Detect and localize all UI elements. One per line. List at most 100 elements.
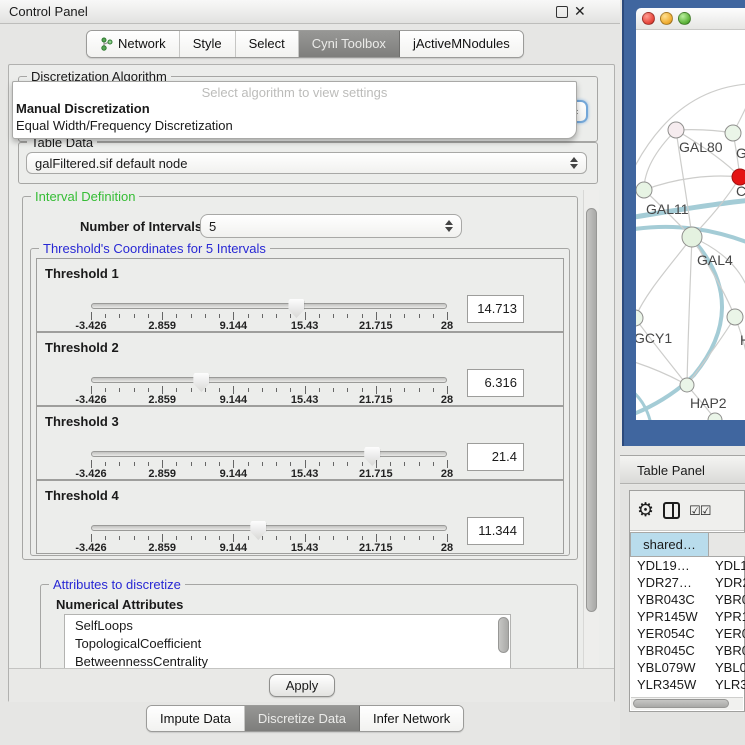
- tick-label: 21.715: [359, 542, 393, 554]
- tick-mark: [176, 314, 177, 318]
- threshold-4-value-field[interactable]: 11.344: [467, 517, 524, 545]
- tick-mark: [404, 314, 405, 318]
- tick-mark: [276, 536, 277, 540]
- tick-mark: [333, 314, 334, 318]
- threshold-2-value-field[interactable]: 6.316: [467, 369, 524, 397]
- table-horizontal-scrollbar[interactable]: [631, 697, 743, 710]
- table-row[interactable]: YPR145WYPR1: [630, 608, 745, 625]
- tick-label: 21.715: [359, 468, 393, 480]
- tick-mark: [119, 536, 120, 540]
- tick-mark: [419, 314, 420, 318]
- dropdown-item-manual-discretization[interactable]: Manual Discretization: [13, 100, 576, 117]
- zoom-traffic-light-icon[interactable]: [678, 12, 691, 25]
- tick-mark: [262, 388, 263, 392]
- tab-discretize-data[interactable]: Discretize Data: [245, 706, 360, 731]
- tab-cyni-toolbox[interactable]: Cyni Toolbox: [299, 31, 400, 57]
- float-window-icon[interactable]: [556, 6, 568, 18]
- node-partial-right[interactable]: [727, 309, 743, 325]
- tick-mark: [148, 536, 149, 540]
- settings-vertical-scrollbar[interactable]: [583, 190, 599, 701]
- threshold-3-slider-track[interactable]: [91, 451, 447, 457]
- select-columns-icon[interactable]: ☑☑: [689, 503, 710, 519]
- tick-mark: [191, 314, 192, 318]
- network-canvas[interactable]: GAL80 GA C GAL11 GAL4 GCY1 H HAP2: [636, 30, 745, 420]
- column-header-shared-name[interactable]: shared…: [630, 532, 709, 557]
- list-scrollbar-thumb[interactable]: [498, 617, 509, 653]
- close-icon[interactable]: ✕: [574, 3, 586, 20]
- tick-mark: [219, 536, 220, 540]
- tick-mark: [319, 536, 320, 540]
- node-label-gal4: GAL4: [697, 252, 733, 268]
- tab-jactivemnodules[interactable]: jActiveMNodules: [400, 31, 523, 57]
- close-traffic-light-icon[interactable]: [642, 12, 655, 25]
- tick-mark: [347, 462, 348, 466]
- tab-select[interactable]: Select: [236, 31, 299, 57]
- tick-mark: [262, 462, 263, 466]
- dropdown-item-equal-width[interactable]: Equal Width/Frequency Discretization: [13, 117, 576, 134]
- numerical-attributes-list[interactable]: SelfLoops TopologicalCoefficient Between…: [64, 614, 511, 670]
- tick-label: 21.715: [359, 394, 393, 406]
- tick-mark: [390, 462, 391, 466]
- tick-mark: [433, 314, 434, 318]
- tick-mark: [191, 536, 192, 540]
- tick-mark: [419, 388, 420, 392]
- tick-label: 28: [441, 542, 453, 554]
- horizontal-scrollbar-thumb[interactable]: [633, 699, 729, 708]
- tab-network[interactable]: Network: [87, 31, 180, 57]
- table-row[interactable]: YBR045CYBR0: [630, 642, 745, 659]
- tick-mark: [134, 388, 135, 392]
- node-gal11[interactable]: [636, 182, 652, 198]
- column-header-name[interactable]: na: [709, 532, 745, 557]
- table-data-combobox[interactable]: galFiltered.sif default node: [26, 152, 587, 174]
- numerical-attributes-label: Numerical Attributes: [56, 597, 183, 612]
- list-item-topologicalcoefficient[interactable]: TopologicalCoefficient: [65, 635, 510, 653]
- table-row[interactable]: YBL079WYBL0: [630, 659, 745, 676]
- algorithm-dropdown-popup: Select algorithm to view settings Manual…: [12, 81, 577, 139]
- tick-mark: [376, 312, 377, 320]
- node-partial-top-right[interactable]: [725, 125, 741, 141]
- tick-label: 21.715: [359, 320, 393, 332]
- gear-icon[interactable]: ⚙: [637, 501, 654, 520]
- tick-mark: [362, 536, 363, 540]
- threshold-4-slider-track[interactable]: [91, 525, 447, 531]
- table-row[interactable]: YDL19…YDL1: [630, 557, 745, 574]
- tab-infer-network[interactable]: Infer Network: [360, 706, 463, 731]
- node-hap2[interactable]: [680, 378, 694, 392]
- apply-button[interactable]: Apply: [269, 674, 335, 697]
- table-row[interactable]: YER054CYER0: [630, 625, 745, 642]
- tick-mark: [433, 388, 434, 392]
- vertical-scrollbar-thumb[interactable]: [586, 208, 597, 612]
- table-row[interactable]: YBR043CYBR0: [630, 591, 745, 608]
- tick-mark: [305, 386, 306, 394]
- table-row[interactable]: YLR345WYLR3: [630, 676, 745, 693]
- tick-mark: [447, 460, 448, 468]
- node-gal80[interactable]: [668, 122, 684, 138]
- tab-impute-data[interactable]: Impute Data: [147, 706, 245, 731]
- node-label-partial-h: H: [740, 332, 745, 348]
- tick-mark: [191, 388, 192, 392]
- table-row[interactable]: YDR27…YDR2: [630, 574, 745, 591]
- threshold-2-slider-track[interactable]: [91, 377, 447, 383]
- tick-mark: [319, 388, 320, 392]
- column-layout-icon[interactable]: [663, 502, 680, 519]
- threshold-3-panel: Threshold 3 -3.4262.8599.14415.4321.7152…: [36, 406, 564, 480]
- num-intervals-spinner[interactable]: 5: [200, 214, 462, 238]
- tick-label: 15.43: [291, 320, 319, 332]
- node-gcy1[interactable]: [636, 310, 643, 326]
- threshold-1-slider-track[interactable]: [91, 303, 447, 309]
- tick-label: -3.426: [75, 320, 106, 332]
- num-intervals-value: 5: [209, 219, 216, 234]
- list-item-selfloops[interactable]: SelfLoops: [65, 617, 510, 635]
- num-intervals-label: Number of Intervals: [80, 219, 202, 234]
- tick-mark: [290, 388, 291, 392]
- tab-style[interactable]: Style: [180, 31, 236, 57]
- threshold-1-value-field[interactable]: 14.713: [467, 295, 524, 323]
- node-gal4[interactable]: [682, 227, 702, 247]
- thresholds-group-title: Threshold's Coordinates for 5 Intervals: [39, 241, 270, 256]
- node-partial-bottom[interactable]: [708, 413, 722, 420]
- tick-mark: [333, 462, 334, 466]
- tick-label: 2.859: [148, 394, 176, 406]
- tick-mark: [276, 462, 277, 466]
- minimize-traffic-light-icon[interactable]: [660, 12, 673, 25]
- threshold-3-value-field[interactable]: 21.4: [467, 443, 524, 471]
